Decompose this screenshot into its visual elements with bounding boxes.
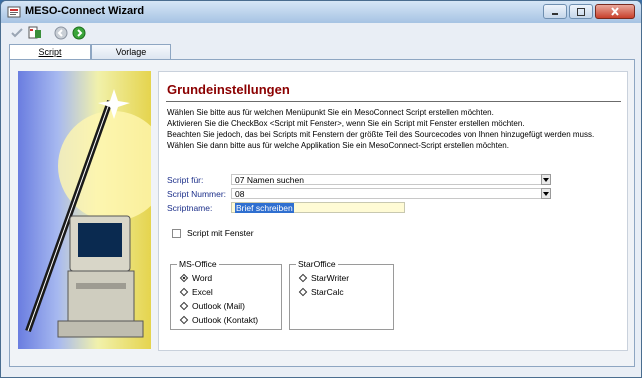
radio-icon xyxy=(179,287,189,297)
ms-office-group-label: MS-Office xyxy=(177,259,219,269)
description-text: Wählen Sie bitte aus für welchen Menüpun… xyxy=(167,107,622,151)
window-footer xyxy=(2,367,641,377)
radio-icon xyxy=(179,315,189,325)
scriptname-label: Scriptname: xyxy=(167,203,213,213)
script-icon[interactable] xyxy=(28,26,42,40)
radio-label: Word xyxy=(192,273,213,283)
script-nummer-value: 08 xyxy=(235,189,245,199)
description-line: Wählen Sie dann bitte aus für welche App… xyxy=(167,141,509,150)
staroffice-group: StarOffice StarWriter StarCalc xyxy=(289,259,394,330)
settings-panel: Grundeinstellungen Wählen Sie bitte aus … xyxy=(158,71,628,351)
script-nummer-dropdown-button[interactable] xyxy=(541,188,551,199)
script-nummer-select[interactable]: 08 xyxy=(231,188,551,199)
script-fuer-dropdown-button[interactable] xyxy=(541,174,551,185)
radio-label: StarCalc xyxy=(311,287,344,297)
radio-label: Excel xyxy=(192,287,213,297)
script-fuer-select[interactable]: 07 Namen suchen xyxy=(231,174,551,185)
checkmark-icon[interactable] xyxy=(10,26,24,40)
toolbar xyxy=(2,23,641,44)
tab-vorlage[interactable]: Vorlage xyxy=(91,44,171,59)
radio-icon xyxy=(179,301,189,311)
description-line: Aktivieren Sie die CheckBox <Script mit … xyxy=(167,119,525,128)
description-line: Wählen Sie bitte aus für welchen Menüpun… xyxy=(167,108,494,117)
chevron-down-icon xyxy=(543,191,549,196)
staroffice-group-label: StarOffice xyxy=(296,259,338,269)
maximize-button[interactable] xyxy=(569,4,593,19)
magic-wand-computer-image xyxy=(25,89,151,338)
radio-label: Outlook (Mail) xyxy=(192,301,245,311)
radio-selected-icon xyxy=(179,273,189,283)
script-fuer-value: 07 Namen suchen xyxy=(235,175,304,185)
radio-icon xyxy=(298,273,308,283)
description-line: Beachten Sie jedoch, das bei Scripts mit… xyxy=(167,130,595,139)
wizard-window: MESO-Connect Wizard Script Vorlage Grund… xyxy=(0,0,642,378)
radio-excel[interactable]: Excel xyxy=(179,287,213,297)
heading-divider xyxy=(166,101,621,102)
script-mit-fenster-label: Script mit Fenster xyxy=(187,228,254,238)
title-bar: MESO-Connect Wizard xyxy=(1,1,641,23)
script-fuer-label: Script für: xyxy=(167,175,204,185)
forward-icon[interactable] xyxy=(72,26,86,40)
app-icon xyxy=(7,6,21,18)
chevron-down-icon xyxy=(543,177,549,182)
radio-outlook-kontakt[interactable]: Outlook (Kontakt) xyxy=(179,315,259,325)
window-controls xyxy=(543,4,635,19)
minimize-icon xyxy=(552,12,558,15)
tab-script[interactable]: Script xyxy=(9,44,91,60)
radio-label: Outlook (Kontakt) xyxy=(192,315,259,325)
scriptname-input[interactable]: Brief schreiben xyxy=(231,202,405,213)
script-mit-fenster-checkbox[interactable] xyxy=(172,229,181,238)
tab-content: Grundeinstellungen Wählen Sie bitte aus … xyxy=(9,59,635,367)
scriptname-value: Brief schreiben xyxy=(235,203,294,213)
section-heading: Grundeinstellungen xyxy=(167,82,290,97)
maximize-icon xyxy=(577,7,585,16)
radio-starcalc[interactable]: StarCalc xyxy=(298,287,344,297)
close-icon xyxy=(611,7,619,16)
back-icon[interactable] xyxy=(54,26,68,40)
radio-icon xyxy=(298,287,308,297)
script-nummer-label: Script Nummer: xyxy=(167,189,227,199)
ms-office-group: MS-Office Word Excel Outlook (Mail) Outl… xyxy=(170,259,282,330)
window-title: MESO-Connect Wizard xyxy=(25,5,145,17)
wizard-illustration xyxy=(18,71,151,349)
radio-starwriter[interactable]: StarWriter xyxy=(298,273,350,283)
minimize-button[interactable] xyxy=(543,4,567,19)
radio-word[interactable]: Word xyxy=(179,273,213,283)
radio-label: StarWriter xyxy=(311,273,350,283)
close-button[interactable] xyxy=(595,4,635,19)
radio-outlook-mail[interactable]: Outlook (Mail) xyxy=(179,301,245,311)
tab-bar: Script Vorlage xyxy=(2,43,641,60)
